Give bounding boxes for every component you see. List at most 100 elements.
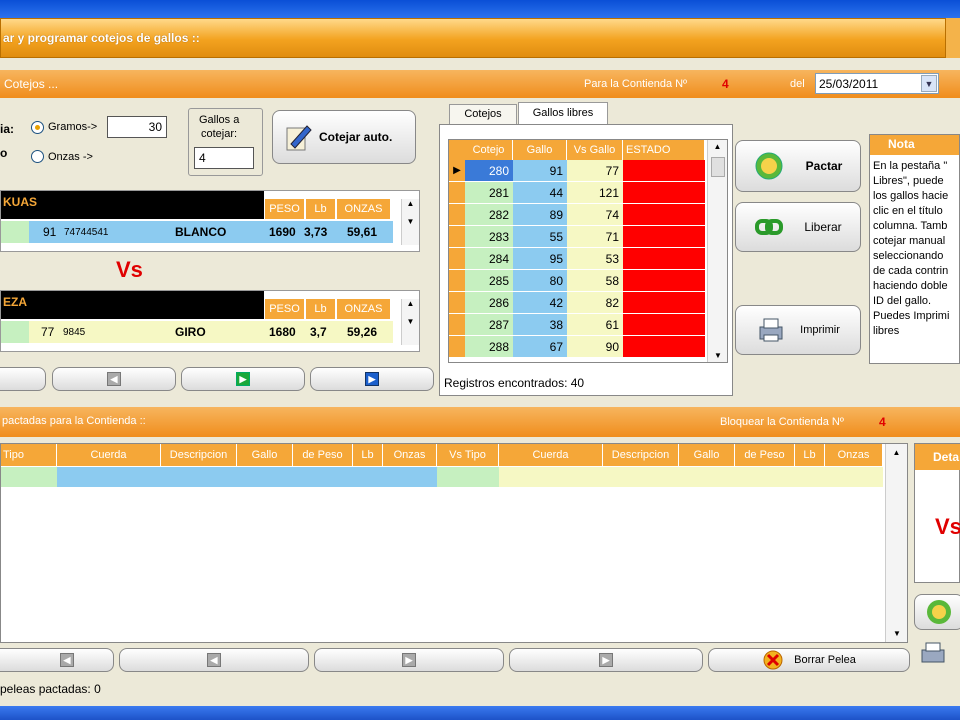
detalle-header: Deta bbox=[915, 444, 960, 470]
chevron-down-icon[interactable]: ▼ bbox=[921, 75, 937, 92]
cotejo-vs-gallo: 71 bbox=[567, 226, 623, 248]
gallos-input[interactable]: 4 bbox=[194, 147, 254, 169]
delete-icon bbox=[763, 650, 783, 670]
cotejo-id: 285 bbox=[465, 270, 513, 292]
peleas-col-header[interactable]: Onzas bbox=[383, 444, 437, 466]
peleas-row-1[interactable] bbox=[1, 467, 883, 487]
row-selector[interactable] bbox=[449, 314, 465, 336]
grid-scrollbar[interactable]: ▲ ▼ bbox=[707, 140, 727, 362]
fighter2-row[interactable]: 77 9845 GIRO 1680 3,7 59,26 bbox=[1, 321, 393, 343]
peleas-col-header[interactable]: Lb bbox=[795, 444, 825, 466]
cotejo-row[interactable]: 286 42 82 bbox=[449, 292, 705, 314]
peleas-first-button[interactable]: ◀ bbox=[0, 648, 114, 672]
cotejo-row[interactable]: 282 89 74 bbox=[449, 204, 705, 226]
peleas-col-header[interactable]: Descripcion bbox=[161, 444, 237, 466]
next-icon: ▶ bbox=[236, 372, 250, 386]
nota-line: Puedes Imprimi bbox=[873, 310, 950, 322]
nota-title: Nota bbox=[888, 137, 915, 151]
grid-scroll-thumb[interactable] bbox=[710, 157, 725, 177]
fighter1-row[interactable]: 91 74744541 BLANCO 1690 3,73 59,61 bbox=[1, 221, 393, 243]
detalle-action-button[interactable] bbox=[914, 594, 960, 630]
bloquear-number: 4 bbox=[879, 415, 886, 429]
grid-header-cotejo[interactable]: Cotejo bbox=[465, 140, 513, 160]
printer-small-icon[interactable] bbox=[918, 640, 948, 668]
peleas-col-header[interactable]: Gallo bbox=[237, 444, 293, 466]
borrar-pelea-button[interactable]: Borrar Pelea bbox=[708, 648, 910, 672]
gramos-input[interactable]: 30 bbox=[107, 116, 167, 138]
onzas-radio[interactable] bbox=[31, 150, 44, 163]
peleas-col-header[interactable]: de Peso bbox=[735, 444, 795, 466]
row-selector[interactable] bbox=[449, 182, 465, 204]
peleas-col-header[interactable]: Vs Tipo bbox=[437, 444, 499, 466]
cotejo-row[interactable]: 287 38 61 bbox=[449, 314, 705, 336]
row-selector[interactable] bbox=[449, 292, 465, 314]
tab-cotejos[interactable]: Cotejos bbox=[449, 104, 517, 124]
cotejo-estado bbox=[623, 336, 705, 358]
cotejo-row[interactable]: 284 95 53 bbox=[449, 248, 705, 270]
cotejar-label: Cotejar auto. bbox=[319, 130, 393, 144]
peleas-col-header[interactable]: Onzas bbox=[825, 444, 883, 466]
peleas-col-header[interactable]: Descripcion bbox=[603, 444, 679, 466]
fighter2-panel: EZA PESO Lb ONZAS 77 9845 GIRO 1680 3,7 … bbox=[0, 290, 420, 352]
tab-gallos-libres[interactable]: Gallos libres bbox=[518, 102, 608, 124]
cotejo-estado bbox=[623, 314, 705, 336]
bloquear-label: Bloquear la Contienda Nº bbox=[720, 416, 844, 428]
detalle-panel: Deta Vs bbox=[914, 443, 960, 583]
cotejar-auto-button[interactable]: Cotejar auto. bbox=[272, 110, 416, 164]
peleas-last-button[interactable]: ▶ bbox=[509, 648, 703, 672]
cotejo-vs-gallo: 58 bbox=[567, 270, 623, 292]
gramos-radio[interactable] bbox=[31, 121, 44, 134]
imprimir-button[interactable]: Imprimir bbox=[735, 305, 861, 355]
row-selector[interactable] bbox=[449, 204, 465, 226]
liberar-button[interactable]: Liberar bbox=[735, 202, 861, 252]
peleas-col-header[interactable]: Tipo bbox=[1, 444, 57, 466]
fighter2-col-onzas: ONZAS bbox=[337, 299, 391, 319]
peleas-next-button[interactable]: ▶ bbox=[314, 648, 504, 672]
peleas-col-header[interactable]: Cuerda bbox=[57, 444, 161, 466]
peleas-scrollbar[interactable]: ▲ ▼ bbox=[885, 444, 907, 642]
cotejos-header: Cotejos ... Para la Contienda Nº 4 del 2… bbox=[0, 70, 960, 98]
fighter1-scrollbar[interactable]: ▲ ▼ bbox=[401, 199, 419, 245]
cotejo-gallo: 91 bbox=[513, 160, 567, 182]
cotejo-row[interactable]: 285 80 58 bbox=[449, 270, 705, 292]
grid-header-vs-gallo[interactable]: Vs Gallo bbox=[567, 140, 623, 160]
nav-next-button[interactable]: ▶ bbox=[181, 367, 305, 391]
row-selector[interactable] bbox=[449, 248, 465, 270]
nav-first-button[interactable] bbox=[0, 367, 46, 391]
row-selector-arrow-icon[interactable]: ▶ bbox=[449, 160, 465, 182]
fighter2-col-peso: PESO bbox=[265, 299, 305, 319]
contienda-label: Para la Contienda Nº bbox=[584, 78, 688, 90]
cotejo-vs-gallo: 90 bbox=[567, 336, 623, 358]
peleas-col-header[interactable]: de Peso bbox=[293, 444, 353, 466]
peleas-col-header[interactable]: Lb bbox=[353, 444, 383, 466]
cotejo-estado bbox=[623, 182, 705, 204]
cotejo-row[interactable]: ▶ 280 91 77 bbox=[449, 160, 705, 182]
fighter2-name-bar: EZA bbox=[1, 291, 264, 319]
last-icon: ▶ bbox=[365, 372, 379, 386]
nav-prev-button[interactable]: ◀ bbox=[52, 367, 176, 391]
gallos-box: Gallos a cotejar: 4 bbox=[188, 108, 263, 176]
grid-header-estado[interactable]: ESTADO bbox=[623, 140, 705, 160]
row-selector[interactable] bbox=[449, 270, 465, 292]
fighter2-scrollbar[interactable]: ▲ ▼ bbox=[401, 299, 419, 345]
fighter1-lb: 3,73 bbox=[304, 225, 328, 239]
link-icon bbox=[755, 219, 784, 235]
grid-header-gallo[interactable]: Gallo bbox=[513, 140, 567, 160]
peleas-col-header[interactable]: Cuerda bbox=[499, 444, 603, 466]
peleas-col-header[interactable]: Gallo bbox=[679, 444, 735, 466]
imprimir-label: Imprimir bbox=[800, 324, 840, 336]
cotejo-row[interactable]: 281 44 121 bbox=[449, 182, 705, 204]
cotejo-row[interactable]: 283 55 71 bbox=[449, 226, 705, 248]
fighter2-name: EZA bbox=[3, 295, 27, 309]
date-picker[interactable]: 25/03/2011 ▼ bbox=[815, 73, 939, 94]
row-selector[interactable] bbox=[449, 226, 465, 248]
peleas-prev-button[interactable]: ◀ bbox=[119, 648, 309, 672]
cotejo-row[interactable]: 288 67 90 bbox=[449, 336, 705, 358]
pactar-button[interactable]: Pactar bbox=[735, 140, 861, 192]
window-titlebar bbox=[0, 0, 960, 18]
cotejo-gallo: 38 bbox=[513, 314, 567, 336]
row-selector[interactable] bbox=[449, 336, 465, 358]
gallos-label-2: cotejar: bbox=[201, 128, 238, 140]
nota-line: haciendo doble bbox=[873, 280, 948, 292]
nav-last-button[interactable]: ▶ bbox=[310, 367, 434, 391]
